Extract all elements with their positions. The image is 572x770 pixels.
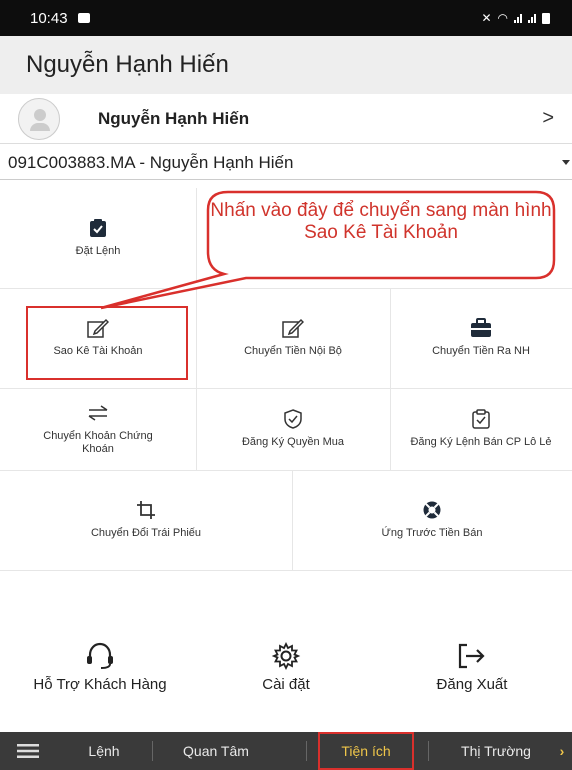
notification-icon <box>77 13 90 23</box>
menu-item-chuyen-tien-noi-bo[interactable]: Chuyển Tiền Nội Bộ <box>196 288 390 388</box>
tab-label: Tiện ích <box>341 743 391 759</box>
highlight-box <box>26 306 188 380</box>
logout-icon <box>457 640 487 672</box>
wifi-icon: ◠ <box>497 11 508 25</box>
menu-item-dang-ky-quyen-mua[interactable]: Đăng Ký Quyền Mua <box>196 388 390 470</box>
support-button[interactable]: Hỗ Trợ Khách Hàng <box>0 640 200 693</box>
menu-item-label: Chuyển Tiền Nội Bộ <box>244 345 342 358</box>
account-label: 091C003883.MA - Nguyễn Hạnh Hiến <box>8 152 294 172</box>
menu-item-chuyen-tien-ra-nh[interactable]: Chuyển Tiền Ra NH <box>390 288 572 388</box>
account-selector[interactable]: 091C003883.MA - Nguyễn Hạnh Hiến <box>0 146 572 180</box>
signal-icon <box>528 13 536 23</box>
tab-quan-tam[interactable]: Quan Tâm <box>160 732 272 770</box>
person-icon <box>18 97 60 140</box>
gear-icon <box>271 640 301 672</box>
mute-icon: ✕ <box>481 11 492 25</box>
menu-item-ung-truoc-tien-ban[interactable]: Ứng Trước Tiền Bán <box>292 470 572 570</box>
settings-button[interactable]: Cài đặt <box>186 640 386 693</box>
bottom-tab-bar: Lệnh Quan Tâm Tiện ích Thị Trường › <box>0 732 572 770</box>
divider <box>306 741 307 761</box>
menu-item-dang-ky-lenh-ban[interactable]: Đăng Ký Lệnh Bán CP Lô Lẻ <box>390 388 572 470</box>
briefcase-icon <box>470 317 492 339</box>
clipboard-check-icon <box>472 408 490 430</box>
chevron-down-icon[interactable] <box>562 160 570 165</box>
callout-text: Nhấn vào đây để chuyển sang màn hình Sao… <box>210 200 552 243</box>
transfer-arrows-icon <box>87 402 109 424</box>
edit-icon <box>282 317 304 339</box>
page-title: Nguyễn Hạnh Hiến <box>26 51 229 78</box>
status-bar: 10:43 ✕ ◠ <box>0 0 572 36</box>
menu-item-dat-lenh[interactable]: Đặt Lệnh <box>0 188 196 288</box>
logout-label: Đăng Xuất <box>436 676 508 693</box>
menu-item-label: Chuyển Đổi Trái Phiếu <box>90 527 202 540</box>
menu-item-label: Đặt Lệnh <box>75 245 121 258</box>
headset-icon <box>85 640 115 672</box>
tab-lenh[interactable]: Lệnh <box>58 732 150 770</box>
support-label: Hỗ Trợ Khách Hàng <box>33 676 167 693</box>
logout-button[interactable]: Đăng Xuất <box>392 640 552 693</box>
tab-tien-ich[interactable]: Tiện ích <box>318 732 414 770</box>
bottom-actions: Hỗ Trợ Khách Hàng Cài đặt Đăng Xuất <box>0 640 572 710</box>
clipboard-check-icon <box>89 217 107 239</box>
user-profile-row[interactable]: Nguyễn Hạnh Hiến > <box>0 94 572 144</box>
crop-icon <box>136 499 156 521</box>
menu-item-label: Chuyển Tiền Ra NH <box>432 345 530 358</box>
divider <box>428 741 429 761</box>
menu-item-chuyen-doi-trai-phieu[interactable]: Chuyển Đổi Trái Phiếu <box>0 470 292 570</box>
tab-label: Quan Tâm <box>183 743 249 759</box>
status-icons: ✕ ◠ <box>481 11 550 25</box>
menu-item-chuyen-khoan-chung-khoan[interactable]: Chuyển Khoản Chứng Khoán <box>0 388 196 470</box>
tab-label: Thị Trường <box>461 743 531 759</box>
user-name: Nguyễn Hạnh Hiến <box>98 108 250 128</box>
settings-label: Cài đặt <box>262 676 310 693</box>
divider <box>152 741 153 761</box>
chevron-right-icon[interactable]: > <box>542 107 554 130</box>
signal-icon <box>514 13 522 23</box>
tab-label: Lệnh <box>88 743 120 759</box>
lifebuoy-icon <box>422 499 442 521</box>
menu-item-label: Đăng Ký Lệnh Bán CP Lô Lẻ <box>410 436 552 449</box>
hamburger-icon[interactable] <box>6 732 50 770</box>
menu-item-label: Chuyển Khoản Chứng Khoán <box>43 429 153 455</box>
page-header: Nguyễn Hạnh Hiến <box>0 36 572 94</box>
divider <box>0 570 572 571</box>
chevron-right-icon[interactable]: › <box>552 732 572 770</box>
shield-check-icon <box>283 408 303 430</box>
status-time: 10:43 <box>30 9 68 27</box>
tab-thi-truong[interactable]: Thị Trường <box>440 732 552 770</box>
battery-icon <box>542 12 550 24</box>
menu-item-label: Ứng Trước Tiền Bán <box>381 527 483 540</box>
menu-item-label: Đăng Ký Quyền Mua <box>241 436 345 449</box>
